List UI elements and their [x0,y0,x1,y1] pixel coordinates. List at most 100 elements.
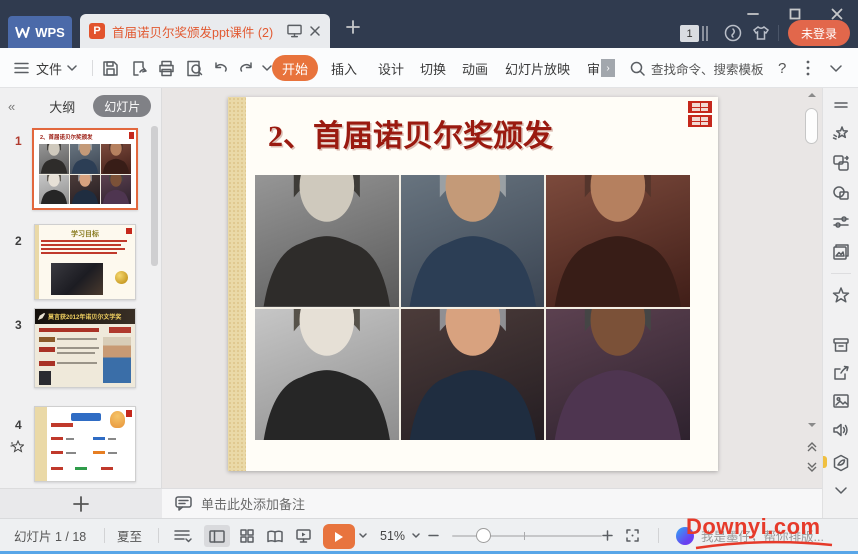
slide-1-thumbnail[interactable]: 2、首届诺贝尔奖颁发 [32,128,138,210]
favorites-star-icon[interactable] [832,286,850,304]
quickbar-more-button[interactable] [262,48,272,88]
file-menu-button[interactable]: 文件 [14,48,77,88]
niels-bohr-portrait [255,309,399,441]
wps-logo-icon [15,26,30,38]
slide-title[interactable]: 2、首届诺贝尔奖颁发 [268,111,553,155]
document-count-badge[interactable]: 1 [680,25,699,42]
zoom-slider-track[interactable] [452,535,602,537]
maximize-icon [789,8,801,20]
red-seal-stamp [688,101,712,127]
export-button[interactable] [130,48,147,88]
nobel-laureates-photo-grid[interactable] [255,175,690,440]
ribbon-tabs-overflow-button[interactable]: › [601,59,615,77]
shapes-icon[interactable] [832,184,850,202]
resource-library-icon[interactable] [832,243,850,261]
audio-speaker-icon[interactable] [832,421,850,439]
slide-4-thumbnail[interactable] [34,406,136,482]
print-preview-button[interactable] [186,48,203,88]
object-properties-icon[interactable] [832,213,850,231]
undo-button[interactable] [212,48,229,88]
slide-3-number: 3 [15,318,22,332]
assistant-avatar[interactable] [676,527,694,545]
zoom-slider-knob[interactable] [476,528,491,543]
search-icon [630,61,645,76]
next-slide-icon[interactable] [807,462,817,472]
slide-4-number: 4 [15,418,22,432]
save-button[interactable] [102,48,119,88]
ribbon-tab-insert[interactable]: 插入 [331,48,357,88]
normal-view-button[interactable] [204,525,230,547]
ribbon-tab-slideshow[interactable]: 幻灯片放映 [505,48,570,88]
smart-beautify-icon[interactable] [832,124,850,142]
outline-tab[interactable]: 大纲 [49,97,75,116]
ribbon-tab-transitions[interactable]: 切换 [420,48,446,88]
slide-3-thumbnail[interactable]: 莫言获2012年诺贝尔文学奖 [34,308,136,388]
elderly-man-portrait [546,175,690,307]
play-slideshow-button[interactable] [323,524,355,549]
present-monitor-icon[interactable] [287,24,302,38]
activity-icon[interactable] [724,24,744,44]
slide-canvas[interactable]: 2、首届诺贝尔奖颁发 [228,97,718,471]
slides-tab[interactable]: 幻灯片 [93,95,151,117]
panel-drag-handle[interactable] [832,96,850,114]
einstein-portrait [255,175,399,307]
slide-scrollbar-thumb[interactable] [805,108,818,144]
ribbon-tab-review-clipped[interactable]: 审 [587,48,601,88]
image-icon[interactable] [832,392,850,410]
notes-toggle-button[interactable] [174,519,194,552]
slide-2-number: 2 [15,234,22,248]
slide-1-thumb-portraits [39,144,131,204]
thumbnail-scrollbar[interactable] [151,126,158,266]
new-tab-button[interactable] [340,14,366,40]
wps-menu-button[interactable]: WPS [8,16,72,48]
pen-icon [37,312,46,321]
collapse-ribbon-button[interactable] [830,48,842,88]
assistant-message[interactable]: 我是墨仔，帮你排版... [701,519,824,552]
notes-input-bar[interactable]: 单击此处添加备注 [162,488,822,518]
reading-view-button[interactable] [262,525,288,547]
login-button[interactable]: 未登录 [788,20,850,46]
archive-box-icon[interactable] [832,336,850,354]
document-tab[interactable]: P 首届诺贝尔奖颁发ppt课件 (2) [80,14,330,48]
ribbon-divider [92,60,93,76]
theme-name-button[interactable]: 夏至 [117,519,142,552]
zoom-caret[interactable] [412,519,420,552]
layout-switch-icon[interactable] [832,154,850,172]
redo-button[interactable] [238,48,255,88]
tab-close-icon[interactable] [309,25,321,37]
collapse-panel-button[interactable]: « [8,99,15,114]
ribbon-tab-home[interactable]: 开始 [272,55,318,81]
toolbar-collapse-chevron-icon[interactable] [832,486,850,496]
fit-to-window-button[interactable] [626,519,639,552]
slideshow-view-button[interactable] [290,525,316,547]
eco-skill-icon[interactable] [832,454,850,472]
command-search-box[interactable]: 查找命令、搜索模板 [630,48,764,88]
zoom-out-button[interactable] [428,519,439,552]
desmond-tutu-portrait [546,309,690,441]
slide-2-thumbnail[interactable]: 学习目标 [34,224,136,300]
statusbar-divider [104,528,105,543]
ribbon-tab-design[interactable]: 设计 [378,48,404,88]
share-icon[interactable] [832,364,850,382]
print-button[interactable] [158,48,175,88]
notification-notch [823,456,827,468]
status-bar: 幻灯片 1 / 18 夏至 51% 我是墨仔，帮你排版... [0,518,858,554]
zoom-level[interactable]: 51% [380,519,405,552]
ribbon-more-button[interactable] [806,48,810,88]
slide-scrollbar[interactable] [803,90,821,486]
slide-sorter-view-button[interactable] [234,525,260,547]
previous-slide-icon[interactable] [807,442,817,452]
skin-theme-icon[interactable] [752,24,772,44]
zoom-in-button[interactable] [602,519,613,552]
play-options-caret[interactable] [359,519,367,552]
slide-editor-area[interactable]: 2、首届诺贝尔奖颁发 [162,88,822,488]
slide-counter: 幻灯片 1 / 18 [14,519,86,552]
slide-2-thumb-medal [115,271,128,284]
add-slide-button[interactable] [0,488,162,518]
scroll-up-icon[interactable] [807,92,817,98]
help-button[interactable]: ? [778,48,786,88]
toolbar-divider [831,273,851,274]
window-minimize-button[interactable] [736,4,770,24]
scroll-down-icon[interactable] [807,422,817,428]
ribbon-tab-animations[interactable]: 动画 [462,48,488,88]
